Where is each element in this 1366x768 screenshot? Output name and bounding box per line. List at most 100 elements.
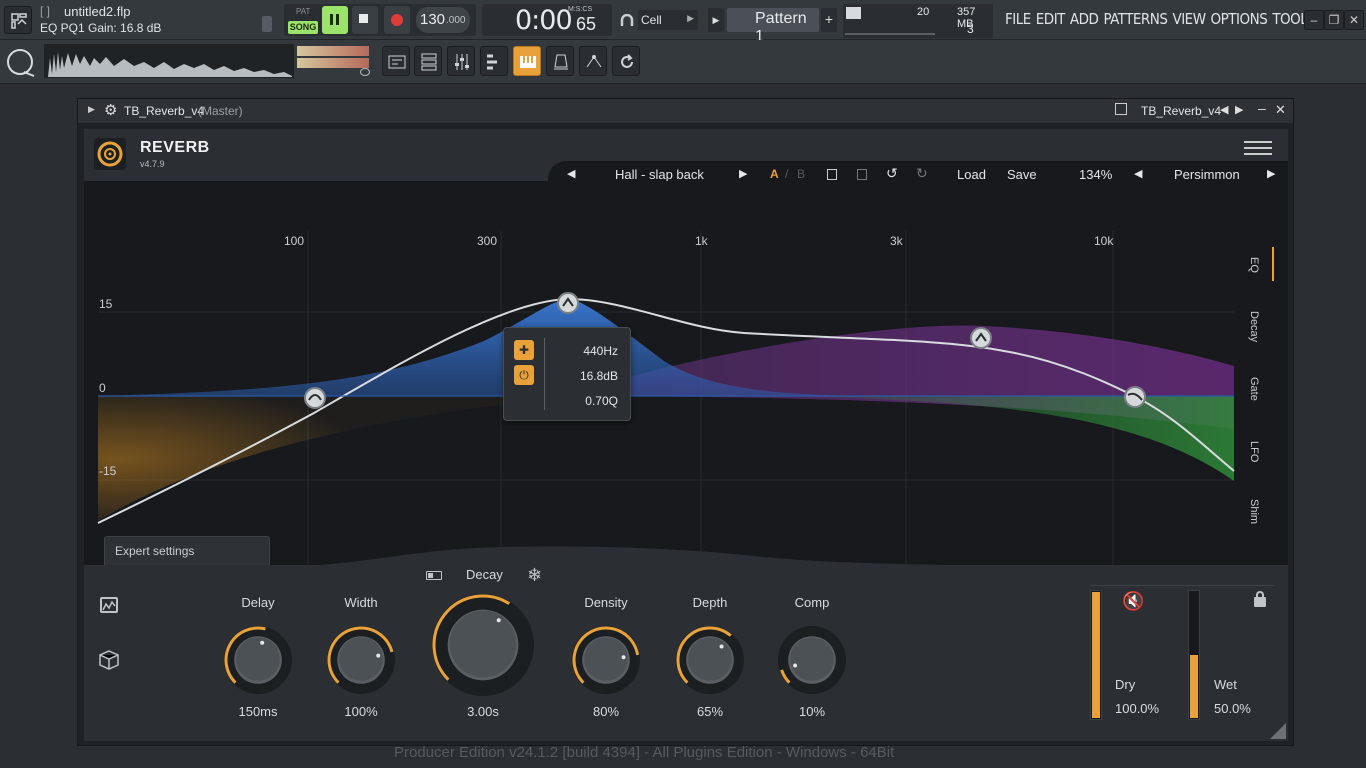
play-button[interactable] xyxy=(322,6,348,34)
eq-node-high[interactable] xyxy=(970,327,992,349)
preset-name[interactable]: Hall - slap back xyxy=(615,167,704,182)
record-button[interactable] xyxy=(384,6,410,34)
analyzer-icon[interactable] xyxy=(100,597,118,613)
plugin-window-title: TB_Reverb_v4 xyxy=(124,104,205,118)
knob-depth-value[interactable]: 65% xyxy=(670,704,750,719)
pin-icon[interactable]: ✚ xyxy=(514,340,534,360)
wet-meter[interactable] xyxy=(1188,590,1200,720)
pattern-selector[interactable]: Pattern 1 xyxy=(727,8,819,45)
pat-label[interactable]: PAT xyxy=(296,7,310,16)
preset-prev-icon[interactable]: ◀ xyxy=(567,167,575,180)
minimize-button[interactable]: – xyxy=(1304,10,1324,30)
freeze-snowflake-icon[interactable]: ❄ xyxy=(527,565,542,586)
preset-next-icon[interactable]: ▶ xyxy=(739,167,747,180)
menu-item-file[interactable]: FILE xyxy=(1005,10,1031,28)
eq-graph[interactable]: 100 300 1k 3k 10k 15 0 -15 ✚ ⏻ 440Hz 16.8dB 0.… xyxy=(84,181,1288,565)
side-tab-decay[interactable]: Decay xyxy=(1248,311,1260,342)
ab-a-button[interactable]: A xyxy=(770,167,779,181)
plugin-database-button[interactable] xyxy=(546,46,574,76)
knob-decay-value[interactable]: 3.00s xyxy=(443,704,523,719)
ab-b-button[interactable]: B xyxy=(797,167,805,181)
theme-next-icon[interactable]: ▶ xyxy=(1267,167,1275,180)
piano-roll-button[interactable] xyxy=(480,46,508,76)
lock-icon[interactable] xyxy=(1254,591,1266,607)
side-tab-gate[interactable]: Gate xyxy=(1248,377,1260,401)
grid-icon[interactable] xyxy=(1115,103,1127,115)
mixer-button[interactable] xyxy=(447,46,475,76)
playlist-button[interactable] xyxy=(382,46,410,76)
knob-decay[interactable] xyxy=(431,593,535,697)
eq-node-peak[interactable] xyxy=(557,292,579,314)
knob-width[interactable] xyxy=(326,625,396,695)
stop-button[interactable] xyxy=(352,6,378,34)
close-button[interactable]: ✕ xyxy=(1344,10,1364,30)
redo-icon[interactable]: ↻ xyxy=(916,165,928,182)
decay-header: Decay xyxy=(466,567,503,582)
eq-node-cut[interactable] xyxy=(1124,386,1146,408)
browser-dial[interactable] xyxy=(4,46,36,78)
time-display[interactable]: 0:00 M:S:CS 65 xyxy=(482,4,612,36)
knob-delay-graphic xyxy=(224,626,292,694)
plugin-close-icon[interactable]: ✕ xyxy=(1275,102,1286,118)
theme-prev-icon[interactable]: ◀ xyxy=(1134,167,1142,180)
randomize-dice-icon[interactable] xyxy=(98,649,120,676)
cpu-monitor[interactable]: 20 357 MB 3 xyxy=(843,4,993,38)
load-button[interactable]: Load xyxy=(957,167,986,182)
power-icon[interactable]: ⏻ xyxy=(514,365,534,385)
undo-icon[interactable]: ↺ xyxy=(886,165,898,182)
tempo-display[interactable]: 130 .000 xyxy=(416,7,470,33)
copy-icon[interactable] xyxy=(827,169,837,180)
knob-width-value[interactable]: 100% xyxy=(321,704,401,719)
resize-grip-icon[interactable] xyxy=(1270,723,1286,739)
snap-dropdown[interactable]: Cell ▶ xyxy=(638,10,698,30)
knob-density[interactable] xyxy=(571,625,641,695)
pattern-prev-button[interactable]: ▶ xyxy=(708,8,724,32)
knob-depth[interactable] xyxy=(675,625,745,695)
knob-delay[interactable] xyxy=(223,625,293,695)
piano-roll-icon xyxy=(487,54,497,70)
wet-value[interactable]: 50.0% xyxy=(1214,701,1251,716)
paste-icon[interactable] xyxy=(857,169,867,180)
plugin-title-bar[interactable]: ▶ ⚙ TB_Reverb_v4 (Master) TB_Reverb_v4 ◀… xyxy=(78,99,1293,123)
collapse-arrow-icon[interactable]: ▶ xyxy=(88,104,95,115)
plugin-picker-button[interactable] xyxy=(513,46,541,76)
mic-icon[interactable] xyxy=(262,16,272,32)
knob-delay-value[interactable]: 150ms xyxy=(218,704,298,719)
side-tab-shim[interactable]: Shim xyxy=(1248,499,1260,524)
eq-node-low[interactable] xyxy=(304,387,326,409)
dry-meter[interactable] xyxy=(1090,590,1102,720)
zoom-value[interactable]: 134% xyxy=(1079,167,1112,182)
menu-item-view[interactable]: VIEW xyxy=(1172,10,1206,28)
eye-icon[interactable] xyxy=(360,68,370,76)
song-mode-toggle[interactable]: SONG xyxy=(288,21,318,34)
tempo-fraction: .000 xyxy=(446,15,466,26)
channel-rack-button[interactable] xyxy=(414,46,442,76)
snap-selector[interactable]: Cell ▶ xyxy=(618,8,700,32)
hamburger-icon[interactable] xyxy=(1244,141,1272,155)
menu-item-patterns[interactable]: PATTERNS xyxy=(1103,10,1168,28)
menu-item-options[interactable]: OPTIONS xyxy=(1211,10,1268,28)
main-menu-button[interactable] xyxy=(4,6,32,34)
undo-history-button[interactable] xyxy=(612,46,640,76)
knob-comp[interactable] xyxy=(777,625,847,695)
battery-icon[interactable] xyxy=(426,571,442,580)
gear-icon[interactable]: ⚙ xyxy=(104,101,117,119)
save-button[interactable]: Save xyxy=(1007,167,1037,182)
tempo-tapper-button[interactable] xyxy=(579,46,607,76)
dry-value[interactable]: 100.0% xyxy=(1115,701,1159,716)
restore-button[interactable]: ❐ xyxy=(1324,10,1344,30)
menu-item-edit[interactable]: EDIT xyxy=(1036,10,1066,28)
bell-icon xyxy=(975,332,987,342)
mute-icon[interactable]: 🔇 xyxy=(1122,591,1144,612)
plugin-minimize-icon[interactable]: – xyxy=(1258,100,1266,116)
next-plugin-icon[interactable]: ▶ xyxy=(1235,103,1243,116)
keyboard-icon xyxy=(520,56,536,68)
theme-name[interactable]: Persimmon xyxy=(1174,167,1240,182)
side-tab-eq[interactable]: EQ xyxy=(1248,257,1260,273)
knob-comp-value[interactable]: 10% xyxy=(772,704,852,719)
add-pattern-button[interactable]: + xyxy=(821,8,837,32)
knob-density-value[interactable]: 80% xyxy=(566,704,646,719)
menu-item-add[interactable]: ADD xyxy=(1070,10,1099,28)
side-tab-lfo[interactable]: LFO xyxy=(1248,441,1260,462)
prev-plugin-icon[interactable]: ◀ xyxy=(1220,103,1228,116)
